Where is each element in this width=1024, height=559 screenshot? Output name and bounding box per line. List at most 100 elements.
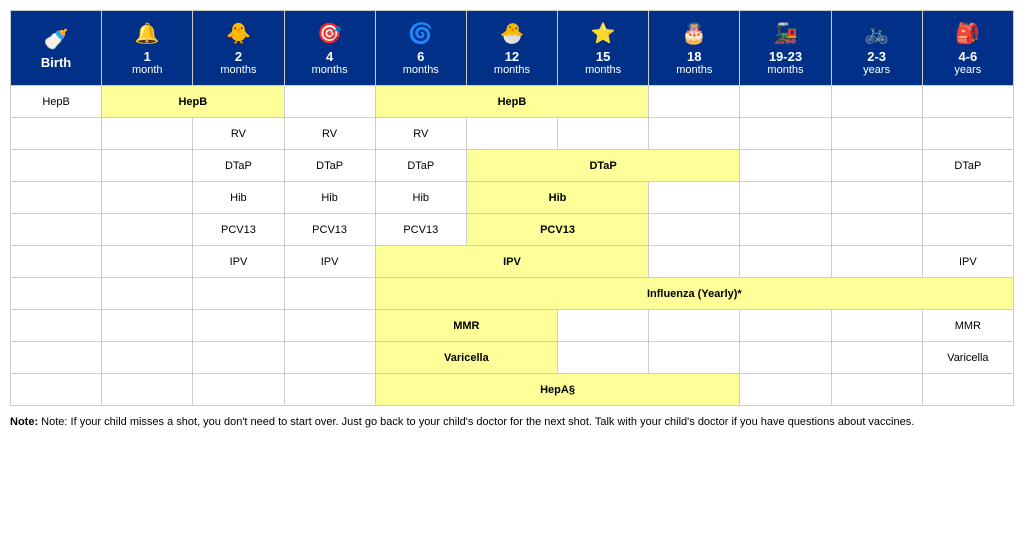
- 4-6years-icon: 🎒: [926, 21, 1010, 46]
- header-4-6years: 🎒 4-6 years: [922, 11, 1013, 86]
- hib-2months: Hib: [193, 182, 284, 214]
- 15months-icon: ⭐: [561, 21, 645, 46]
- hib-row: Hib Hib Hib Hib: [11, 182, 1014, 214]
- hepb-row: HepB HepB HepB: [11, 86, 1014, 118]
- header-18months: 🎂 18 months: [649, 11, 740, 86]
- hepa-2months-empty: [193, 374, 284, 406]
- 6months-icon: 🌀: [379, 21, 463, 46]
- influenza-row: Influenza (Yearly)*: [11, 278, 1014, 310]
- note-section: Note: Note: If your child misses a shot,…: [10, 414, 1014, 431]
- rv-12months-empty: [466, 118, 557, 150]
- hib-1month-empty: [102, 182, 193, 214]
- ipv-1month-empty: [102, 246, 193, 278]
- varicella-18months-empty: [649, 342, 740, 374]
- rv-6months: RV: [375, 118, 466, 150]
- hepa-6-19months: HepA§: [375, 374, 740, 406]
- hepa-row: HepA§: [11, 374, 1014, 406]
- birth-icon: 🍼: [14, 27, 98, 52]
- note-text: Note: If your child misses a shot, you d…: [41, 416, 914, 428]
- varicella-2-3years-empty: [831, 342, 922, 374]
- 12months-icon: 🐣: [470, 21, 554, 46]
- hepb-birth: HepB: [11, 86, 102, 118]
- influenza-1month-empty: [102, 278, 193, 310]
- hepb-4-6years-empty: [922, 86, 1013, 118]
- pcv13-birth-empty: [11, 214, 102, 246]
- header-12months: 🐣 12 months: [466, 11, 557, 86]
- mmr-19-23months-empty: [740, 310, 831, 342]
- hib-4-6years-empty: [922, 182, 1013, 214]
- rv-4-6years-empty: [922, 118, 1013, 150]
- hib-2-3years-empty: [831, 182, 922, 214]
- ipv-4months: IPV: [284, 246, 375, 278]
- hepb-2-3years-empty: [831, 86, 922, 118]
- mmr-4months-empty: [284, 310, 375, 342]
- hepb-18months-empty: [649, 86, 740, 118]
- hepa-birth-empty: [11, 374, 102, 406]
- varicella-19-23months-empty: [740, 342, 831, 374]
- influenza-4months-empty: [284, 278, 375, 310]
- varicella-4-6years: Varicella: [922, 342, 1013, 374]
- rv-15months-empty: [558, 118, 649, 150]
- ipv-19-23months-empty: [740, 246, 831, 278]
- hepb-6-15months: HepB: [375, 86, 649, 118]
- note-label: Note:: [10, 416, 38, 428]
- hib-6months: Hib: [375, 182, 466, 214]
- rv-birth-empty: [11, 118, 102, 150]
- dtap-2-3years-empty: [831, 150, 922, 182]
- hib-birth-empty: [11, 182, 102, 214]
- rv-18months-empty: [649, 118, 740, 150]
- varicella-2months-empty: [193, 342, 284, 374]
- varicella-row: Varicella Varicella: [11, 342, 1014, 374]
- 19-23months-icon: 🚂: [743, 21, 827, 46]
- rv-19-23months-empty: [740, 118, 831, 150]
- 18months-icon: 🎂: [652, 21, 736, 46]
- influenza-birth-empty: [11, 278, 102, 310]
- ipv-2-3years-empty: [831, 246, 922, 278]
- hepa-4months-empty: [284, 374, 375, 406]
- hib-12-15months: Hib: [466, 182, 648, 214]
- ipv-birth-empty: [11, 246, 102, 278]
- pcv13-2months: PCV13: [193, 214, 284, 246]
- hib-4months: Hib: [284, 182, 375, 214]
- mmr-2months-empty: [193, 310, 284, 342]
- hepa-4-6years-empty: [922, 374, 1013, 406]
- varicella-6-15months: Varicella: [375, 342, 557, 374]
- mmr-6-15months: MMR: [375, 310, 557, 342]
- influenza-2months-empty: [193, 278, 284, 310]
- mmr-15months-empty: [558, 310, 649, 342]
- mmr-birth-empty: [11, 310, 102, 342]
- 4months-icon: 🎯: [288, 21, 372, 46]
- ipv-4-6years: IPV: [922, 246, 1013, 278]
- ipv-2months: IPV: [193, 246, 284, 278]
- header-15months: ⭐ 15 months: [558, 11, 649, 86]
- pcv13-18months-empty: [649, 214, 740, 246]
- header-2months: 🐥 2 months: [193, 11, 284, 86]
- pcv13-6months: PCV13: [375, 214, 466, 246]
- hepa-1month-empty: [102, 374, 193, 406]
- hepa-2-3years-empty: [831, 374, 922, 406]
- pcv13-19-23months-empty: [740, 214, 831, 246]
- varicella-15months-empty: [558, 342, 649, 374]
- rv-4months: RV: [284, 118, 375, 150]
- rv-1month-empty: [102, 118, 193, 150]
- 2-3years-icon: 🚲: [835, 21, 919, 46]
- ipv-row: IPV IPV IPV IPV: [11, 246, 1014, 278]
- varicella-1month-empty: [102, 342, 193, 374]
- dtap-4months: DTaP: [284, 150, 375, 182]
- dtap-birth-empty: [11, 150, 102, 182]
- header-2-3years: 🚲 2-3 years: [831, 11, 922, 86]
- 1month-icon: 🔔: [105, 21, 189, 46]
- hepa-19-23months-empty: [740, 374, 831, 406]
- header-6months: 🌀 6 months: [375, 11, 466, 86]
- ipv-6-18months: IPV: [375, 246, 649, 278]
- hib-18months-empty: [649, 182, 740, 214]
- hepb-19-23months-empty: [740, 86, 831, 118]
- header-birth: 🍼 Birth: [11, 11, 102, 86]
- mmr-4-6years: MMR: [922, 310, 1013, 342]
- dtap-2months: DTaP: [193, 150, 284, 182]
- dtap-4-6years: DTaP: [922, 150, 1013, 182]
- mmr-2-3years-empty: [831, 310, 922, 342]
- hepb-1month: HepB: [102, 86, 284, 118]
- pcv13-4-6years-empty: [922, 214, 1013, 246]
- hib-19-23months-empty: [740, 182, 831, 214]
